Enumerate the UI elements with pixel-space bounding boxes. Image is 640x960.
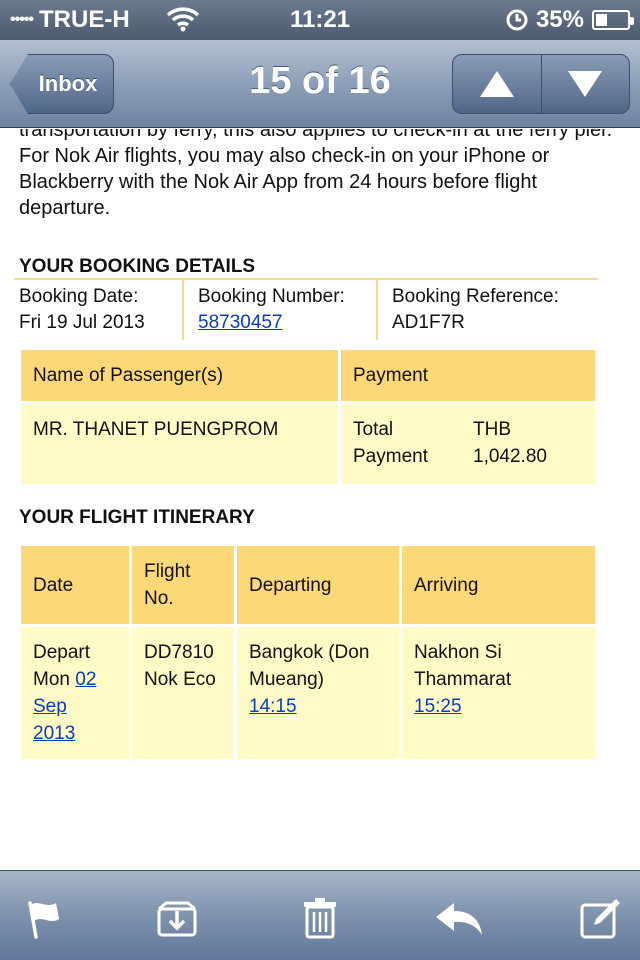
depart-label: Depart [33,642,91,663]
message-nav-control [452,54,630,114]
battery-icon [592,10,634,30]
payment-header: Payment [341,350,595,401]
depart-city-line1: Bangkok (Don [249,642,370,663]
arrive-city-line1: Nakhon Si [414,642,502,663]
table-row: Depart Mon 02 Sep 2013 DD7810 Nok Eco Ba… [21,627,595,759]
next-message-button[interactable] [540,55,630,113]
orientation-lock-icon [506,9,528,31]
passenger-name-header: Name of Passenger(s) [21,350,338,401]
arrow-up-icon [479,71,514,97]
depart-city-line2: Mueang) [249,669,324,690]
date-header: Date [21,546,129,624]
battery-percent: 35% [535,6,584,33]
status-bar: ••••• TRUE-H 11:21 35% [0,0,640,40]
flight-header-line1: Flight [144,561,191,582]
reply-icon[interactable] [432,895,486,941]
message-body[interactable]: transportation by ferry, this also appli… [0,129,640,870]
flag-icon[interactable] [22,895,68,941]
flight-header-line2: No. [144,588,174,609]
booking-number-label: Booking Number: [198,286,345,307]
trash-icon[interactable] [297,895,343,941]
arrive-time-link[interactable]: 15:25 [414,696,462,717]
fare-class: Nok Eco [144,669,216,690]
payment-cell: Total THB Payment 1,042.80 [341,404,595,484]
bottom-toolbar [0,870,640,960]
weekday: Mon [33,669,70,690]
nav-bar: Inbox 15 of 16 [0,40,640,128]
date-cell: Depart Mon 02 Sep 2013 [21,627,129,759]
booking-details: Booking Date: Fri 19 Jul 2013 Booking Nu… [14,278,598,340]
previous-message-button[interactable] [453,55,541,113]
arriving-header: Arriving [402,546,595,624]
passenger-payment-table: Name of Passenger(s) Payment MR. THANET … [18,347,598,487]
booking-date-label: Booking Date: [19,286,139,307]
payment-label: Payment [353,446,428,467]
booking-date-cell: Booking Date: Fri 19 Jul 2013 [14,280,182,340]
flight-cell: DD7810 Nok Eco [132,627,234,759]
booking-details-heading: YOUR BOOKING DETAILS [19,256,256,277]
departing-cell: Bangkok (Don Mueang) 14:15 [237,627,399,759]
compose-icon[interactable] [578,895,624,941]
depart-date: Mon 02 [33,666,117,693]
booking-reference-label: Booking Reference: [392,286,559,307]
departing-header: Departing [237,546,399,624]
battery-level [596,14,607,26]
flight-header: Flight No. [132,546,234,624]
arriving-cell: Nakhon Si Thammarat 15:25 [402,627,595,759]
date-month-link[interactable]: Sep [33,696,67,717]
booking-number-cell: Booking Number: 58730457 [182,280,376,340]
arrow-down-icon [568,71,603,97]
total-label: Total [353,419,394,440]
itinerary-table: Date Flight No. Departing Arriving Depar… [18,543,598,762]
booking-reference-cell: Booking Reference: AD1F7R [376,280,598,340]
booking-number-link[interactable]: 58730457 [198,312,283,333]
booking-reference-value: AD1F7R [392,312,465,333]
date-day-link[interactable]: 02 [75,669,96,690]
arrive-city-line2: Thammarat [414,669,512,690]
currency: THB [473,419,511,440]
booking-date-value: Fri 19 Jul 2013 [19,312,145,333]
payment-amount: 1,042.80 [473,446,547,467]
itinerary-heading: YOUR FLIGHT ITINERARY [19,507,255,528]
flight-number: DD7810 [144,642,214,663]
date-year-link[interactable]: 2013 [33,723,75,744]
intro-paragraph: transportation by ferry, this also appli… [19,129,613,219]
move-folder-icon[interactable] [154,895,200,941]
depart-time-link[interactable]: 14:15 [249,696,297,717]
passenger-name-cell: MR. THANET PUENGPROM [21,404,338,484]
